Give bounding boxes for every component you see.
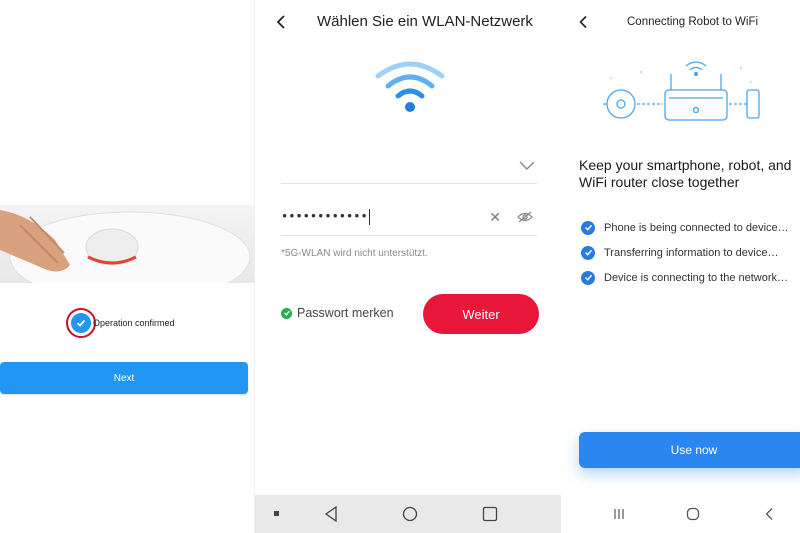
page-title: Wählen Sie ein WLAN-Netzwerk (317, 13, 533, 30)
check-icon (281, 307, 292, 319)
nav-home-icon[interactable] (685, 495, 701, 533)
page-title: Connecting Robot to WiFi (627, 16, 759, 28)
clear-icon[interactable]: ✕ (489, 209, 501, 226)
screenshot-collage: Operation confirmed Next Wählen Sie ein … (0, 0, 800, 533)
progress-steps-list: Phone is being connected to device… Tran… (581, 215, 789, 290)
nav-recents-icon[interactable] (480, 495, 500, 533)
list-item: Phone is being connected to device… (581, 215, 789, 240)
password-field[interactable]: •••••••••••• ✕ (281, 200, 537, 236)
nav-back-icon[interactable] (761, 495, 777, 533)
android-nav-bar (561, 495, 800, 533)
check-circle-icon[interactable] (66, 308, 96, 338)
back-arrow-icon[interactable] (573, 12, 593, 32)
eye-hidden-icon[interactable] (517, 210, 533, 228)
panel-wlan-select: Wählen Sie ein WLAN-Netzwerk •••••••••••… (254, 0, 561, 533)
remember-password-toggle[interactable]: Passwort merken (281, 306, 394, 320)
password-value[interactable]: •••••••••••• (281, 210, 368, 224)
robot-router-phone-illustration (601, 52, 761, 137)
robot-vacuum-photo (0, 205, 254, 283)
panel-connecting: Connecting Robot to WiFi Keep your smart… (561, 0, 800, 533)
check-circle-icon (581, 220, 595, 235)
step-label: Device is connecting to the network… (604, 271, 789, 284)
chevron-down-icon[interactable] (519, 158, 535, 176)
list-item: Transferring information to device… (581, 240, 789, 265)
check-circle-icon (581, 270, 595, 285)
5g-hint-text: *5G-WLAN wird nicht unterstützt. (281, 248, 428, 259)
back-arrow-icon[interactable] (271, 12, 291, 32)
step-label: Phone is being connected to device… (604, 221, 789, 234)
weiter-button[interactable]: Weiter (423, 294, 539, 334)
check-circle-icon (581, 245, 595, 260)
ssid-dropdown[interactable] (281, 150, 537, 184)
nav-home-icon[interactable] (400, 495, 420, 533)
use-now-button[interactable]: Use now (579, 432, 800, 468)
list-item: Device is connecting to the network… (581, 265, 789, 290)
wifi-icon (374, 58, 446, 119)
next-button[interactable]: Next (0, 362, 248, 394)
instruction-heading: Keep your smartphone, robot, and WiFi ro… (579, 157, 792, 190)
menu-dot-icon[interactable] (267, 495, 287, 533)
operation-confirmed-label: Operation confirmed (93, 318, 175, 328)
nav-back-icon[interactable] (321, 495, 341, 533)
nav-recents-icon[interactable] (611, 495, 627, 533)
android-nav-bar (255, 495, 561, 533)
operation-confirmed-row[interactable]: Operation confirmed (66, 308, 175, 338)
remember-password-label: Passwort merken (297, 306, 394, 320)
step-label: Transferring information to device… (604, 246, 779, 259)
panel-operation-confirm: Operation confirmed Next (0, 0, 254, 533)
